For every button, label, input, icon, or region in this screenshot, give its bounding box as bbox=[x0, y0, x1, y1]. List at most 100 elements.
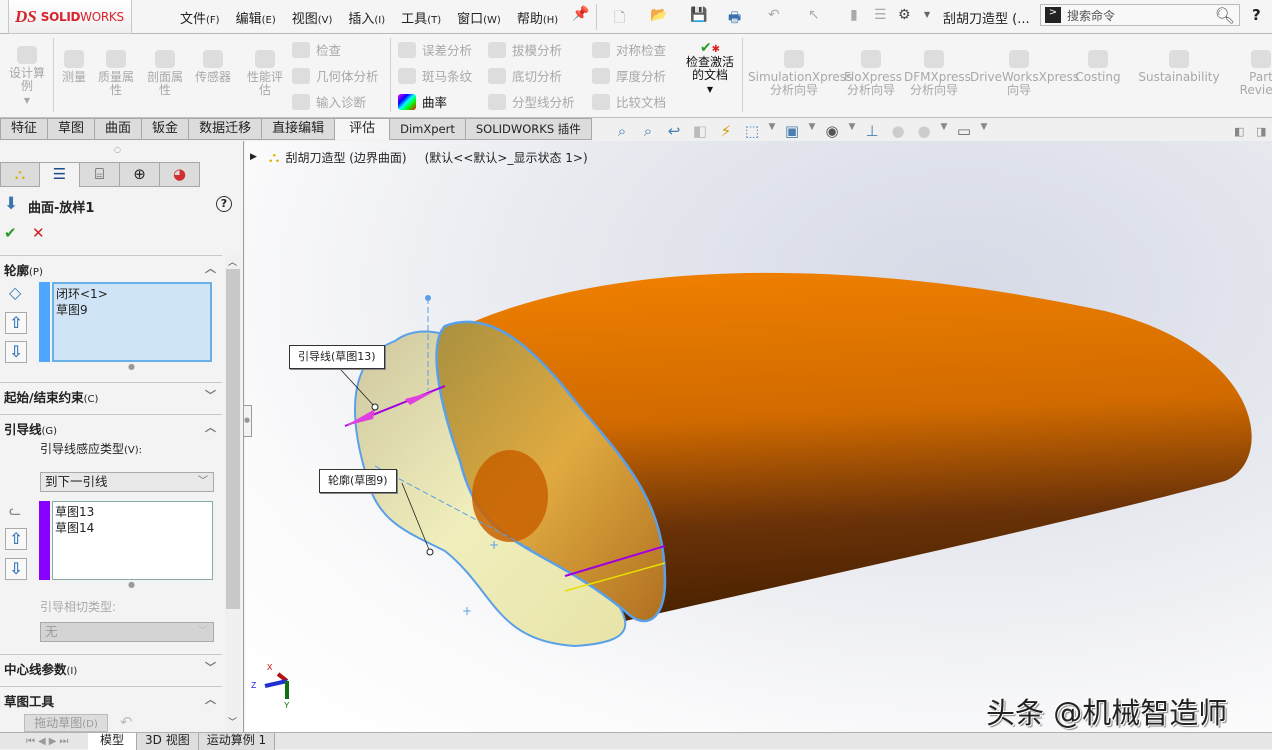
displaymanager-tab[interactable]: ◕ bbox=[160, 162, 200, 187]
tab-scroll-buttons[interactable]: ⏮◀▶⏭ bbox=[0, 736, 88, 747]
import-diagnostics-button[interactable]: 输入诊断 bbox=[292, 92, 366, 111]
undercut-analysis-button[interactable]: 底切分析 bbox=[488, 66, 562, 85]
expand-chevron-icon[interactable]: ﹀ bbox=[205, 387, 216, 403]
open-icon[interactable]: 📂 bbox=[650, 7, 667, 23]
previous-view-icon[interactable]: ↩ bbox=[664, 122, 684, 140]
undo-icon[interactable]: ↶ bbox=[768, 7, 780, 23]
menu-window[interactable]: 窗口(W) bbox=[457, 8, 501, 27]
parting-line-analysis-button[interactable]: 分型线分析 bbox=[488, 92, 575, 111]
panel-collapse-handle[interactable]: ● bbox=[244, 405, 252, 437]
view-orientation-icon[interactable]: ⬚ bbox=[742, 122, 762, 140]
display-monitor-icon[interactable]: ▭ bbox=[954, 122, 974, 140]
help-icon[interactable]: ? bbox=[216, 196, 232, 212]
scrollbar-thumb[interactable] bbox=[226, 269, 240, 609]
tab-surfaces[interactable]: 曲面 bbox=[95, 118, 143, 140]
scroll-up-icon[interactable]: ︿ bbox=[228, 255, 237, 268]
cancel-x-button[interactable]: ✕ bbox=[32, 224, 45, 242]
section-start-end-constraints-header[interactable]: 起始/结束约束(C) ﹀ bbox=[0, 382, 222, 408]
help-button[interactable]: ? bbox=[1252, 6, 1261, 24]
tab-data-migration[interactable]: 数据迁移 bbox=[189, 118, 263, 140]
tab-sheet-metal[interactable]: 钣金 bbox=[142, 118, 190, 140]
part-reviewer-button[interactable]: PartReview bbox=[1236, 50, 1272, 97]
deviation-analysis-button[interactable]: 误差分析 bbox=[398, 40, 472, 59]
tab-model[interactable]: 模型 bbox=[88, 732, 138, 750]
menu-edit[interactable]: 编辑(E) bbox=[236, 8, 276, 27]
callout-profile-sketch9[interactable]: 轮廓(草图9) bbox=[319, 469, 397, 493]
simulationxpress-button[interactable]: SimulationXpress 分析向导 bbox=[748, 50, 852, 97]
zoom-to-fit-icon[interactable]: ⌕ bbox=[612, 122, 632, 140]
list-item[interactable]: 草图13 bbox=[55, 504, 210, 520]
apply-scene-icon[interactable]: ● bbox=[888, 122, 908, 140]
pin-icon[interactable]: 📌 bbox=[572, 6, 589, 22]
list-item[interactable]: 闭环<1> bbox=[56, 286, 208, 302]
callout-guide-sketch13[interactable]: 引导线(草图13) bbox=[289, 345, 385, 369]
featuremanager-tab[interactable]: ⛬ bbox=[0, 162, 40, 187]
guide-curves-list[interactable]: 草图13 草图14 bbox=[52, 501, 213, 580]
rebuild-icon[interactable]: ▮ bbox=[850, 7, 858, 23]
propertymanager-tab[interactable]: ☰ bbox=[40, 162, 80, 187]
sensor-button[interactable]: 传感器 bbox=[192, 50, 234, 84]
tab-features[interactable]: 特征 bbox=[0, 118, 49, 140]
mass-properties-button[interactable]: 质量属性 bbox=[94, 50, 138, 97]
dfmxpress-button[interactable]: DFMXpress 分析向导 bbox=[904, 50, 971, 97]
edit-appearance-icon[interactable]: ⊥ bbox=[862, 122, 882, 140]
configurationmanager-tab[interactable]: ⌸ bbox=[80, 162, 120, 187]
move-up-button[interactable]: ⇧ bbox=[5, 312, 27, 334]
hide-show-items-icon[interactable]: ◉ bbox=[822, 122, 842, 140]
menu-file[interactable]: 文件(F) bbox=[180, 8, 220, 27]
new-icon[interactable]: 🗋 bbox=[614, 7, 625, 31]
symmetry-check-button[interactable]: 对称检查 bbox=[592, 40, 666, 59]
profiles-list[interactable]: 闭环<1> 草图9 bbox=[52, 282, 212, 362]
dimxpertmanager-tab[interactable]: ⊕ bbox=[120, 162, 160, 187]
list-item[interactable]: 草图9 bbox=[56, 302, 208, 318]
expand-chevron-icon[interactable]: ﹀ bbox=[205, 659, 216, 675]
options-gear-icon[interactable]: ⚙ bbox=[898, 7, 911, 23]
print-icon[interactable]: 🖶 bbox=[728, 7, 741, 31]
file-properties-icon[interactable]: ☰ bbox=[874, 7, 887, 23]
move-down-button[interactable]: ⇩ bbox=[5, 341, 27, 363]
tab-dimxpert[interactable]: DimXpert bbox=[390, 118, 466, 140]
menu-help[interactable]: 帮助(H) bbox=[517, 8, 558, 27]
section-profile-header[interactable]: 轮廓(P) ︿ bbox=[0, 255, 222, 281]
select-icon[interactable]: ↖ bbox=[808, 7, 820, 23]
floxpress-button[interactable]: FloXpress 分析向导 bbox=[844, 50, 902, 97]
tab-solidworks-addins[interactable]: SOLIDWORKS 插件 bbox=[465, 118, 592, 140]
section-view-icon[interactable]: ◧ bbox=[690, 122, 710, 140]
collapse-chevron-icon[interactable]: ︿ bbox=[205, 691, 216, 707]
zoom-to-area-icon[interactable]: ⌕ bbox=[638, 122, 658, 140]
measure-button[interactable]: 测量 bbox=[58, 50, 90, 84]
collapse-chevron-icon[interactable]: ︿ bbox=[205, 419, 216, 435]
menu-view[interactable]: 视图(V) bbox=[292, 8, 333, 27]
panel-scrollbar[interactable]: ︿ ﹀ bbox=[225, 255, 241, 731]
performance-evaluation-button[interactable]: 性能评估 bbox=[244, 50, 286, 97]
display-style-icon[interactable]: ▣ bbox=[782, 122, 802, 140]
menu-insert[interactable]: 插入(I) bbox=[348, 8, 385, 27]
list-resize-handle[interactable]: ● bbox=[128, 362, 135, 371]
tab-3d-view[interactable]: 3D 视图 bbox=[137, 732, 199, 750]
tab-motion-study-1[interactable]: 运动算例 1 bbox=[198, 732, 276, 750]
view-settings-icon[interactable]: ● bbox=[914, 122, 934, 140]
section-guide-curves-header[interactable]: 引导线(G) ︿ bbox=[0, 414, 222, 440]
search-commands-input[interactable]: > 搜索命令 🔍︎ bbox=[1040, 4, 1240, 26]
dynamic-annotation-icon[interactable]: ⚡ bbox=[716, 122, 736, 140]
task-pane-toggle-icon[interactable]: ◨ bbox=[1256, 125, 1266, 138]
compare-documents-button[interactable]: 比较文档 bbox=[592, 92, 666, 111]
ok-check-button[interactable]: ✔ bbox=[4, 224, 17, 242]
check-active-document-button[interactable]: ✔✱ 检查激活的文档 ▼ bbox=[682, 41, 738, 96]
panel-splitter-handle[interactable]: ○ bbox=[114, 145, 121, 154]
thickness-analysis-button[interactable]: 厚度分析 bbox=[592, 66, 666, 85]
collapse-left-icon[interactable]: ◧ bbox=[1234, 125, 1244, 138]
guide-move-up-button[interactable]: ⇧ bbox=[5, 528, 27, 550]
costing-button[interactable]: Costing bbox=[1070, 50, 1126, 84]
list-resize-handle[interactable]: ● bbox=[128, 580, 135, 589]
geometry-analysis-button[interactable]: 几何体分析 bbox=[292, 66, 379, 85]
solidworks-logo[interactable]: DS SOLIDWORKS bbox=[8, 0, 132, 34]
save-icon[interactable]: 💾 bbox=[690, 7, 707, 23]
scroll-down-icon[interactable]: ﹀ bbox=[228, 715, 237, 728]
curvature-button[interactable]: 曲率 bbox=[398, 92, 447, 111]
search-icon[interactable]: 🔍︎ bbox=[1215, 6, 1239, 25]
section-sketch-tools-header[interactable]: 草图工具 ︿ bbox=[0, 686, 222, 712]
draft-analysis-button[interactable]: 拔模分析 bbox=[488, 40, 562, 59]
options-dropdown-icon[interactable]: ▼ bbox=[924, 10, 930, 19]
tab-direct-editing[interactable]: 直接编辑 bbox=[262, 118, 336, 140]
